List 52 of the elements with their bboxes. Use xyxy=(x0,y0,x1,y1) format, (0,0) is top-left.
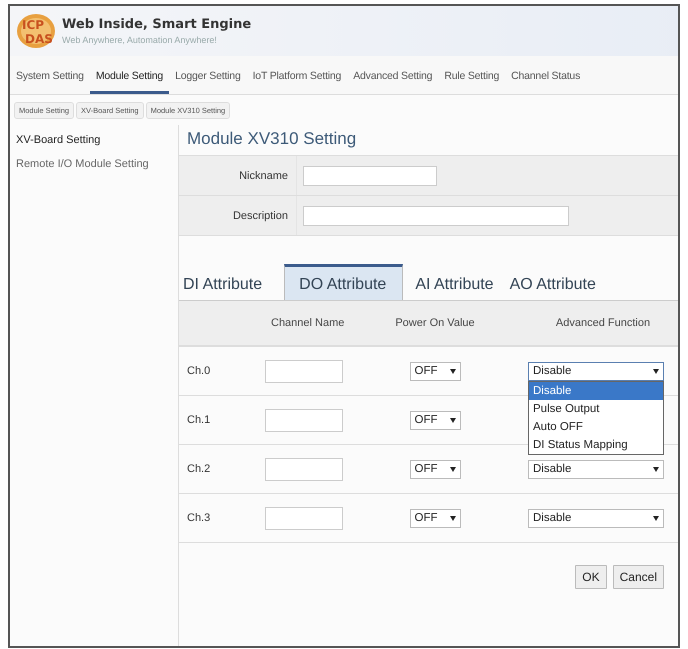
column-header: Advanced Function xyxy=(554,317,652,329)
dropdown[interactable]: OFF xyxy=(410,410,460,430)
caret-icon xyxy=(450,368,456,374)
nav-tab[interactable]: Rule Setting xyxy=(438,64,506,94)
tab[interactable]: AO Attribute xyxy=(506,264,596,300)
cancel-button[interactable]: Cancel xyxy=(612,565,664,589)
field-label: Nickname xyxy=(179,156,297,195)
tab[interactable]: AI Attribute xyxy=(411,264,506,300)
dropdown-option[interactable]: Disable xyxy=(529,382,663,400)
dropdown[interactable]: Disable xyxy=(528,460,664,478)
dropdown[interactable]: OFF xyxy=(410,508,460,528)
nav-tab[interactable]: Logger Setting xyxy=(169,64,247,94)
page-title: Module XV310 Setting xyxy=(186,128,358,150)
field-label: Description xyxy=(179,196,297,235)
dropdown[interactable]: OFF xyxy=(410,460,460,478)
caret-icon xyxy=(450,466,456,472)
input-field[interactable] xyxy=(265,506,343,530)
input-field[interactable] xyxy=(303,166,437,186)
dropdown[interactable]: Disable xyxy=(528,362,664,380)
column-header: Power On Value xyxy=(394,317,476,329)
logo-icon: ICP DAS xyxy=(16,13,56,49)
nav-tab[interactable]: Advanced Setting xyxy=(347,64,438,94)
channel-label: Ch.0 xyxy=(186,365,212,377)
sidebar-item[interactable]: Remote I/O Module Setting xyxy=(10,153,178,177)
column-header: Channel Name xyxy=(270,317,346,329)
tab[interactable]: DI Attribute xyxy=(179,264,274,300)
input-field[interactable] xyxy=(265,360,343,382)
channel-label: Ch.1 xyxy=(186,414,212,426)
caret-icon xyxy=(653,516,659,520)
channel-label: Ch.2 xyxy=(186,463,212,475)
input-field[interactable] xyxy=(265,408,343,432)
dropdown-option[interactable]: Pulse Output xyxy=(529,400,663,418)
nav-tab[interactable]: System Setting xyxy=(10,64,90,94)
ok-button[interactable]: OK xyxy=(575,565,607,589)
caret-icon xyxy=(450,516,456,520)
input-field[interactable] xyxy=(265,458,343,480)
site-tagline: Web Anywhere, Automation Anywhere! xyxy=(62,35,218,45)
nav-tab[interactable]: Channel Status xyxy=(505,64,586,94)
caret-icon xyxy=(653,466,659,472)
site-title: Web Inside, Smart Engine xyxy=(62,17,252,32)
caret-icon xyxy=(450,418,456,422)
sidebar-item[interactable]: XV-Board Setting xyxy=(10,129,178,153)
dropdown-option[interactable]: DI Status Mapping xyxy=(529,436,663,454)
caret-icon xyxy=(653,368,659,374)
input-field[interactable] xyxy=(303,206,569,226)
nav-tab[interactable]: Module Setting xyxy=(90,64,170,94)
dropdown[interactable]: Disable xyxy=(528,508,664,528)
channel-label: Ch.3 xyxy=(186,512,212,524)
dropdown[interactable]: OFF xyxy=(410,362,460,380)
nav-tab[interactable]: IoT Platform Setting xyxy=(246,64,348,94)
dropdown-option[interactable]: Auto OFF xyxy=(529,418,663,436)
tab[interactable]: DO Attribute xyxy=(284,264,404,300)
